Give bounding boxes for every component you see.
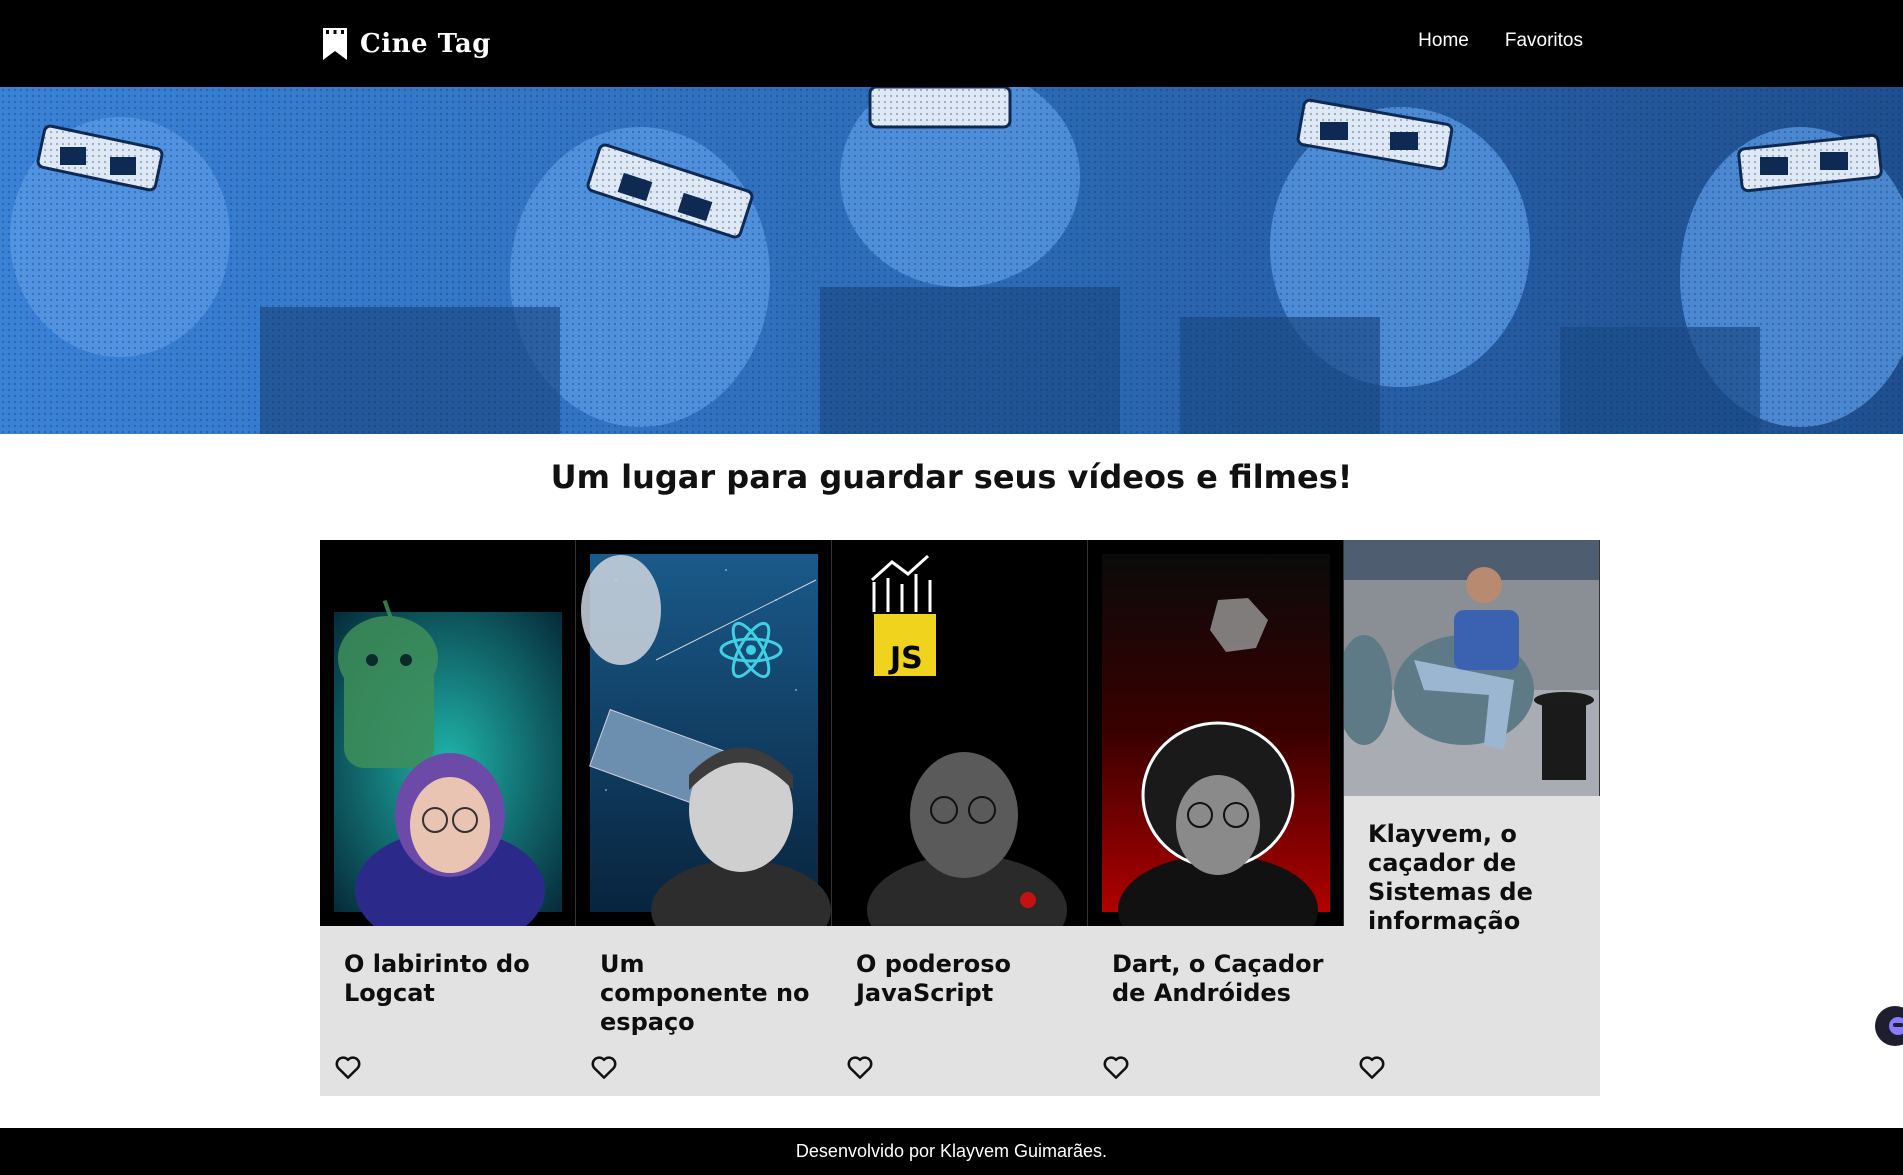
video-card[interactable]: JS O poderoso JavaScript xyxy=(832,540,1088,1096)
main-nav: Home Favoritos xyxy=(1418,30,1583,52)
page-headline: Um lugar para guardar seus vídeos e film… xyxy=(550,458,1353,496)
video-thumbnail[interactable] xyxy=(1344,540,1600,796)
heart-outline-icon[interactable] xyxy=(589,1052,619,1082)
footer-credit: Desenvolvido por Klayvem Guimarães. xyxy=(795,1141,1108,1161)
video-title[interactable]: Um componente no espaço xyxy=(600,950,816,1037)
page-footer: Desenvolvido por Klayvem Guimarães. xyxy=(0,1128,1903,1175)
brand-logo[interactable]: Cine Tag xyxy=(322,24,491,64)
video-thumbnail[interactable] xyxy=(1088,540,1344,926)
video-title[interactable]: O poderoso JavaScript xyxy=(856,950,1072,1008)
video-title[interactable]: O labirinto do Logcat xyxy=(344,950,560,1008)
video-thumbnail[interactable]: JS xyxy=(832,540,1088,926)
brand-name: Cine Tag xyxy=(360,29,491,59)
hero-banner-image xyxy=(0,87,1903,434)
nav-favoritos-link[interactable]: Favoritos xyxy=(1505,30,1583,52)
video-thumbnail[interactable] xyxy=(320,540,576,926)
video-card[interactable]: Um componente no espaço xyxy=(576,540,832,1096)
video-card[interactable]: O labirinto do Logcat xyxy=(320,540,576,1096)
video-title[interactable]: Klayvem, o caçador de Sistemas de inform… xyxy=(1368,820,1584,936)
video-card[interactable]: Dart, o Caçador de Andróides xyxy=(1088,540,1344,1096)
top-navigation-bar: Cine Tag Home Favoritos xyxy=(0,0,1903,87)
video-title[interactable]: Dart, o Caçador de Andróides xyxy=(1112,950,1328,1008)
heart-outline-icon[interactable] xyxy=(1357,1052,1387,1082)
video-grid: O labirinto do Logcat Um componente no e… xyxy=(320,540,1600,1096)
heart-outline-icon[interactable] xyxy=(1101,1052,1131,1082)
chat-widget-icon[interactable] xyxy=(1875,1006,1903,1046)
video-card[interactable]: Klayvem, o caçador de Sistemas de inform… xyxy=(1344,540,1600,1096)
svg-text:JS: JS xyxy=(888,641,923,676)
bookmark-film-icon xyxy=(323,28,347,60)
video-thumbnail[interactable] xyxy=(576,540,832,926)
heart-outline-icon[interactable] xyxy=(333,1052,363,1082)
nav-home-link[interactable]: Home xyxy=(1418,30,1469,52)
heart-outline-icon[interactable] xyxy=(845,1052,875,1082)
